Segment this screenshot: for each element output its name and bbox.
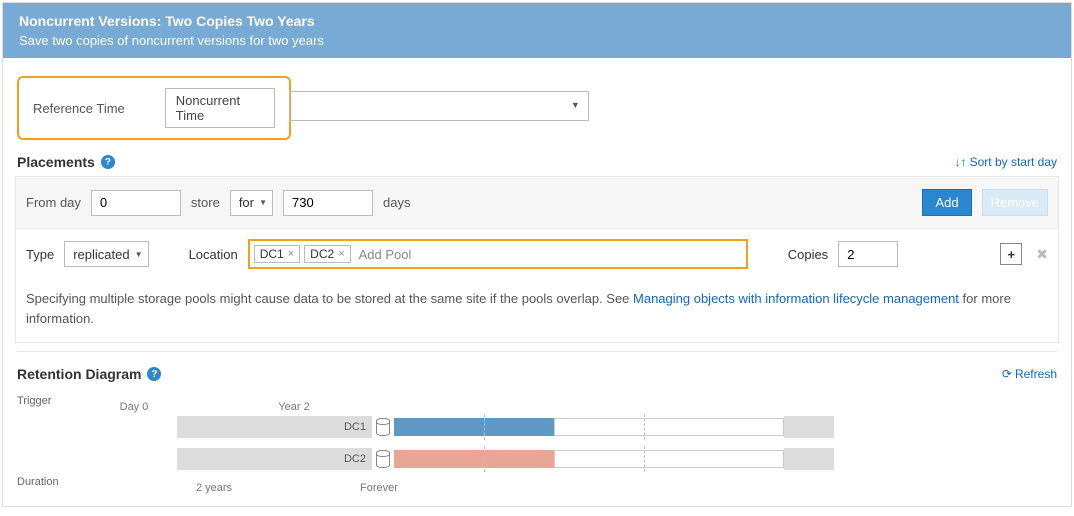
remove-pool-icon[interactable]: × (288, 248, 294, 260)
remove-pool-icon[interactable]: × (338, 248, 344, 260)
from-day-input[interactable] (91, 190, 181, 216)
copies-input[interactable] (838, 241, 898, 267)
remove-button: Remove (982, 189, 1048, 216)
placement-config-row: Type replicated Location DC1 × DC2 × Add… (16, 228, 1058, 279)
location-input[interactable]: DC1 × DC2 × Add Pool (248, 239, 748, 269)
placements-title: Placements ? (17, 154, 115, 170)
placements-warning: Specifying multiple storage pools might … (16, 279, 1058, 342)
refresh-button[interactable]: ⟳ Refresh (1002, 367, 1057, 381)
sort-by-start-day[interactable]: ↓↑ Sort by start day (955, 155, 1057, 169)
retention-diagram: Trigger Day 0 Year 2 DC1 (17, 388, 1057, 492)
help-icon[interactable]: ? (101, 155, 115, 169)
panel-title: Noncurrent Versions: Two Copies Two Year… (19, 13, 1055, 29)
dc2-label: DC2 (177, 448, 372, 470)
dc2-tail (784, 448, 834, 470)
retention-row-dc1: DC1 (17, 414, 1057, 440)
dc1-active-bar (394, 418, 554, 436)
type-select[interactable]: replicated (64, 241, 148, 267)
store-label: store (191, 195, 220, 210)
ilm-doc-link[interactable]: Managing objects with information lifecy… (633, 291, 959, 306)
retention-row-dc2: DC2 (17, 446, 1057, 472)
pool-tag-dc2: DC2 × (304, 245, 350, 263)
dc2-post-bar (554, 450, 784, 468)
add-pool-placeholder: Add Pool (359, 247, 412, 262)
panel-header: Noncurrent Versions: Two Copies Two Year… (3, 3, 1071, 58)
help-icon[interactable]: ? (147, 367, 161, 381)
store-mode-select[interactable]: for (230, 190, 273, 216)
sort-icon: ↓↑ (955, 155, 967, 169)
add-placement-icon[interactable]: + (1000, 243, 1022, 265)
from-day-label: From day (26, 195, 81, 210)
policy-panel: Noncurrent Versions: Two Copies Two Year… (2, 2, 1072, 507)
for-days-input[interactable] (283, 190, 373, 216)
axis-day0: Day 0 (120, 401, 149, 413)
refresh-icon: ⟳ (1002, 367, 1012, 381)
duration-forever: Forever (360, 482, 398, 494)
panel-body: Reference Time Noncurrent Time Placement… (3, 58, 1071, 506)
pool-tag-dc1: DC1 × (254, 245, 300, 263)
reference-time-select[interactable] (289, 91, 589, 121)
reference-time-box: Reference Time Noncurrent Time (17, 76, 291, 140)
retention-title: Retention Diagram ? (17, 366, 161, 382)
add-button[interactable]: Add (922, 189, 971, 216)
cylinder-icon (376, 450, 390, 468)
cylinder-icon (376, 418, 390, 436)
type-label: Type (26, 247, 54, 262)
reference-time-label: Reference Time (33, 101, 125, 116)
dc1-label: DC1 (177, 416, 372, 438)
panel-subtitle: Save two copies of noncurrent versions f… (19, 33, 1055, 48)
reference-time-value: Noncurrent Time (165, 88, 275, 128)
location-label: Location (189, 247, 238, 262)
axis-year2: Year 2 (278, 401, 309, 413)
copies-label: Copies (788, 247, 828, 262)
trigger-label: Trigger (17, 395, 177, 407)
days-label: days (383, 195, 410, 210)
duration-2years: 2 years (196, 482, 232, 494)
placements-box: From day store for days Add Remove Type … (15, 176, 1059, 343)
delete-placement-icon[interactable]: ✖ (1036, 246, 1048, 263)
dc1-post-bar (554, 418, 784, 436)
dc1-tail (784, 416, 834, 438)
dc2-active-bar (394, 450, 554, 468)
duration-label: Duration (17, 476, 177, 488)
placement-timing-row: From day store for days Add Remove (16, 177, 1058, 228)
